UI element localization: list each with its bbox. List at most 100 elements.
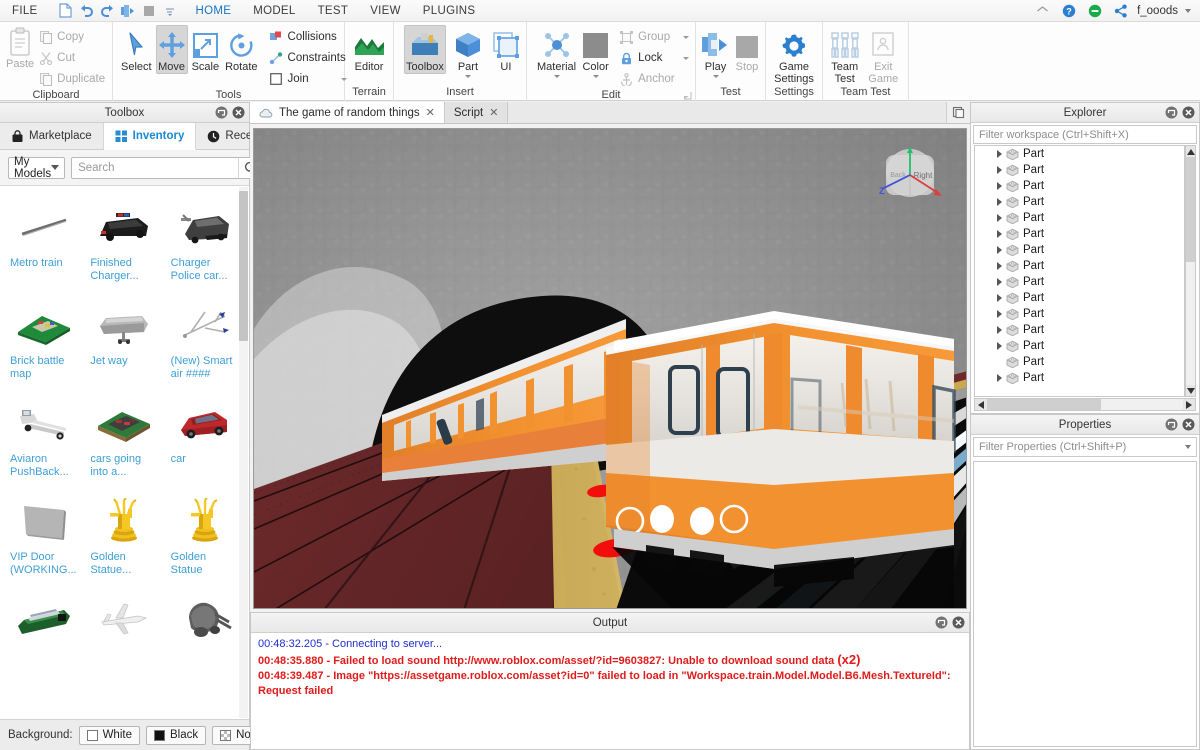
scroll-left-icon[interactable]	[975, 399, 987, 410]
toolbox-button[interactable]: Toolbox	[404, 25, 446, 74]
menu-item-plugins[interactable]: PLUGINS	[412, 0, 487, 22]
stop-button[interactable]: Stop	[733, 25, 761, 74]
float-window-icon[interactable]	[1165, 106, 1178, 119]
3d-viewport[interactable]: Back Right Z	[253, 128, 967, 609]
background-black-button[interactable]: Black	[145, 725, 207, 745]
tree-item-part[interactable]: Part	[975, 258, 1184, 274]
play-icon[interactable]	[119, 2, 138, 20]
part-dropdown-icon[interactable]	[464, 75, 471, 78]
close-icon[interactable]	[1182, 106, 1195, 119]
tree-item-part[interactable]: Part	[975, 322, 1184, 338]
properties-filter-dropdown-icon[interactable]	[1185, 445, 1191, 449]
explorer-vertical-scrollbar[interactable]	[1185, 145, 1196, 397]
tab-game-document[interactable]: The game of random things ✕	[250, 102, 445, 123]
toolbox-item[interactable]: (New) Smart air ####	[165, 293, 245, 391]
expand-arrow-icon[interactable]	[997, 310, 1002, 318]
toolbox-item[interactable]: Metro train	[4, 195, 84, 293]
category-select[interactable]: My Models	[8, 156, 66, 180]
new-file-icon[interactable]	[56, 2, 75, 20]
tree-item-part[interactable]: Part	[975, 210, 1184, 226]
toolbox-scrollbar-thumb[interactable]	[239, 191, 248, 341]
tree-item-part[interactable]: Part	[975, 354, 1184, 370]
menu-item-file[interactable]: FILE	[0, 0, 51, 22]
toolbox-item[interactable]: Aviaron PushBack...	[4, 391, 84, 489]
notification-icon[interactable]	[1085, 2, 1104, 20]
move-tool-button[interactable]: Move	[155, 25, 188, 74]
constraints-toggle[interactable]: Constraints	[266, 48, 350, 68]
exit-game-button[interactable]: Exit Game	[865, 25, 903, 86]
tree-item-part[interactable]: Part	[975, 162, 1184, 178]
material-button[interactable]: Material	[535, 25, 578, 79]
account-name[interactable]: f_ooods	[1137, 5, 1178, 17]
output-log[interactable]: 00:48:32.205 - Connecting to server... 0…	[252, 633, 968, 748]
toolbox-item[interactable]	[4, 587, 84, 659]
tree-item-part[interactable]: Part	[975, 306, 1184, 322]
toolbox-item[interactable]: Golden Statue	[165, 489, 245, 587]
tree-item-part[interactable]: Part	[975, 370, 1184, 386]
collisions-toggle[interactable]: Collisions	[266, 27, 350, 47]
expand-arrow-icon[interactable]	[997, 294, 1002, 302]
explorer-filter-input[interactable]: Filter workspace (Ctrl+Shift+X)	[973, 125, 1197, 144]
scroll-right-icon[interactable]	[1183, 399, 1195, 410]
stop-icon[interactable]	[140, 2, 159, 20]
search-input[interactable]	[72, 157, 239, 178]
float-window-icon[interactable]	[935, 616, 948, 629]
tab-marketplace[interactable]: Marketplace	[0, 123, 104, 149]
toolbox-item[interactable]: VIP Door (WORKING...	[4, 489, 84, 587]
expand-arrow-icon[interactable]	[997, 278, 1002, 286]
close-icon[interactable]	[232, 106, 245, 119]
toolbox-search[interactable]	[71, 156, 264, 179]
tab-close-icon[interactable]: ✕	[489, 106, 498, 119]
tree-item-part[interactable]: Part	[975, 226, 1184, 242]
share-icon[interactable]	[1111, 2, 1130, 20]
toolbox-item[interactable]	[165, 587, 245, 659]
close-icon[interactable]	[1182, 418, 1195, 431]
join-toggle[interactable]: Join	[266, 69, 350, 89]
menu-item-view[interactable]: VIEW	[359, 0, 412, 22]
qat-dropdown-icon[interactable]	[161, 2, 180, 20]
expand-arrow-icon[interactable]	[997, 166, 1002, 174]
tab-inventory[interactable]: Inventory	[103, 123, 197, 150]
account-dropdown-icon[interactable]	[1185, 8, 1191, 13]
toolbox-item[interactable]: cars going into a...	[84, 391, 164, 489]
ui-button[interactable]: UI	[490, 25, 522, 74]
toolbox-item[interactable]	[84, 587, 164, 659]
tree-item-part[interactable]: Part	[975, 194, 1184, 210]
part-button[interactable]: Part	[452, 25, 484, 79]
paste-button[interactable]: Paste	[6, 25, 34, 70]
menu-item-test[interactable]: TEST	[307, 0, 360, 22]
float-window-icon[interactable]	[1165, 418, 1178, 431]
anchor-button[interactable]: Anchor	[616, 69, 692, 89]
tab-close-icon[interactable]: ✕	[426, 106, 435, 119]
expand-arrow-icon[interactable]	[997, 150, 1002, 158]
rotate-tool-button[interactable]: Rotate	[223, 25, 259, 74]
lock-button[interactable]: Lock	[616, 48, 692, 68]
terrain-editor-button[interactable]: Editor	[351, 25, 387, 74]
color-dropdown-icon[interactable]	[592, 75, 599, 78]
scroll-up-icon[interactable]	[1186, 146, 1195, 157]
properties-list[interactable]	[973, 461, 1197, 747]
expand-arrow-icon[interactable]	[997, 374, 1002, 382]
float-window-icon[interactable]	[215, 106, 228, 119]
scroll-down-icon[interactable]	[1186, 385, 1195, 396]
properties-filter-input[interactable]: Filter Properties (Ctrl+Shift+P)	[973, 437, 1197, 457]
select-tool-button[interactable]: Select	[119, 25, 154, 74]
game-settings-button[interactable]: Game Settings	[772, 25, 816, 86]
edit-dialog-launcher-icon[interactable]	[683, 91, 692, 100]
color-button[interactable]: Color	[580, 25, 611, 79]
explorer-scrollbar-thumb[interactable]	[1186, 157, 1195, 262]
undo-icon[interactable]	[77, 2, 96, 20]
expand-arrow-icon[interactable]	[997, 198, 1002, 206]
tab-script-document[interactable]: Script ✕	[444, 102, 509, 123]
tree-item-part[interactable]: Part	[975, 178, 1184, 194]
play-dropdown-icon[interactable]	[712, 75, 719, 78]
team-test-button[interactable]: Team Test	[826, 25, 864, 86]
background-white-button[interactable]: White	[78, 725, 140, 745]
toolbox-item[interactable]: Golden Statue...	[84, 489, 164, 587]
tree-item-part[interactable]: Part	[975, 242, 1184, 258]
expand-arrow-icon[interactable]	[997, 246, 1002, 254]
toolbox-item[interactable]: Charger Police car...	[165, 195, 245, 293]
toolbox-item[interactable]: Jet way	[84, 293, 164, 391]
redo-icon[interactable]	[98, 2, 117, 20]
toolbox-item[interactable]: car	[165, 391, 245, 489]
